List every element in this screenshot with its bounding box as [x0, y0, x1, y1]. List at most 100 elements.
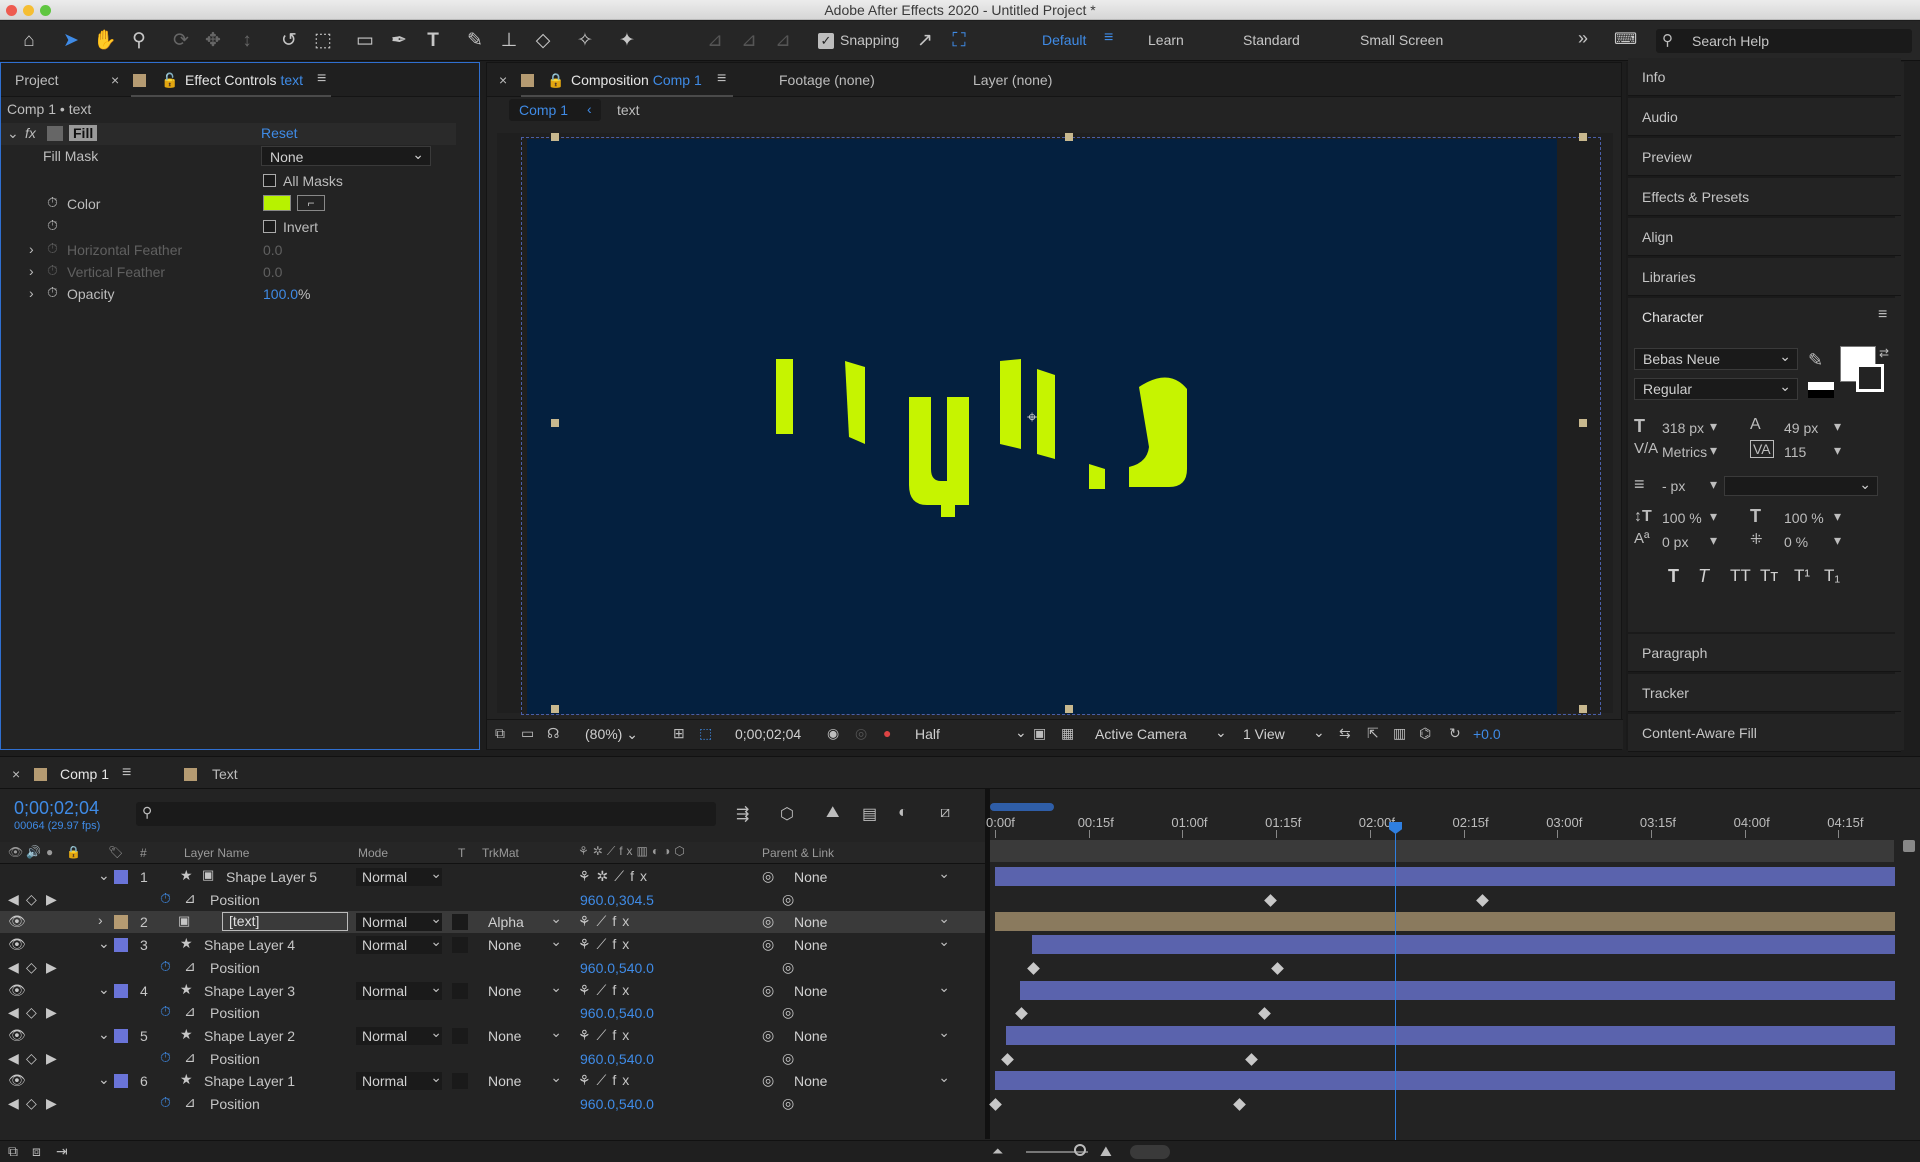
zoom-tool-icon[interactable]: ⚲ [126, 28, 152, 54]
hand-tool-icon[interactable]: ✋ [92, 28, 118, 54]
tab-footage[interactable]: Footage (none) [779, 72, 875, 88]
tab-composition[interactable]: Composition Comp 1 [571, 72, 702, 88]
track-matte-dropdown[interactable]: None [482, 1023, 562, 1045]
layer-duration-bar[interactable] [995, 1071, 1895, 1091]
parent-dropdown[interactable]: None [790, 1068, 950, 1090]
position-value[interactable]: 960.0,540.0 [580, 1051, 654, 1067]
minimize-window-button[interactable] [23, 5, 34, 16]
orbit-camera-icon[interactable]: ⟳ [168, 28, 194, 54]
dropdown-arrow-icon[interactable]: ▾ [1710, 442, 1717, 459]
handle-top-center[interactable] [1065, 133, 1073, 141]
selection-tool-icon[interactable]: ➤ [58, 28, 84, 54]
reset-link[interactable]: Reset [261, 125, 298, 141]
stopwatch-icon[interactable]: ⏱ [160, 958, 171, 975]
puppet-pin-tool-icon[interactable]: ✦ [614, 28, 640, 54]
visibility-eye-icon[interactable]: 👁 [8, 1027, 26, 1044]
vertical-scale-value[interactable]: 100 % [1662, 510, 1702, 526]
prev-keyframe-icon[interactable]: ◀ [8, 891, 19, 908]
always-preview-icon[interactable]: ⧉ [495, 725, 505, 742]
snap-edges-icon[interactable]: ⛶ [946, 28, 972, 54]
home-icon[interactable]: ⌂ [16, 28, 42, 54]
horizontal-scale-value[interactable]: 100 % [1784, 510, 1824, 526]
layer-name[interactable]: Shape Layer 1 [204, 1073, 295, 1089]
blend-mode-dropdown[interactable]: Normal [356, 909, 442, 932]
dropdown-arrow-icon[interactable]: ▾ [1834, 508, 1841, 525]
zoom-dropdown[interactable]: (80%) ⌄ [585, 726, 638, 743]
exposure-value[interactable]: +0.0 [1473, 726, 1501, 742]
expression-pick-whip-icon[interactable]: ◎ [782, 891, 794, 908]
layer-label-color[interactable] [114, 983, 128, 998]
render-icon[interactable]: ⇱ [1367, 725, 1379, 742]
panel-audio[interactable]: Audio [1628, 98, 1901, 136]
collapse-arrow-icon[interactable]: ⌄ [7, 125, 19, 142]
workspace-learn[interactable]: Learn [1148, 32, 1184, 48]
table-row[interactable]: ⌄ 1 ★ ▣ Shape Layer 5 Normal ⚘✲⟋fx ◎ None [0, 864, 985, 888]
baseline-shift-value[interactable]: 0 px [1662, 534, 1688, 550]
stopwatch-icon[interactable]: ⏱ [160, 1049, 171, 1066]
visibility-eye-icon[interactable]: 👁 [8, 982, 26, 999]
expression-pick-whip-icon[interactable]: ◎ [782, 1050, 794, 1067]
font-style-dropdown[interactable]: Regular ⌄ [1634, 378, 1798, 400]
timeline-icon[interactable]: ▥ [1393, 725, 1406, 742]
flowchart-icon[interactable]: ⌬ [1419, 725, 1431, 742]
dropdown-arrow-icon[interactable]: ▾ [1710, 418, 1717, 435]
track-matte-dropdown[interactable]: Alpha [482, 909, 562, 931]
workspace-default[interactable]: Default [1042, 32, 1086, 48]
layer-label-color[interactable] [114, 1028, 128, 1043]
preserve-transparency-toggle[interactable] [452, 982, 468, 999]
panel-paragraph[interactable]: Paragraph [1628, 634, 1901, 672]
stroke-width-value[interactable]: - px [1662, 478, 1685, 494]
add-keyframe-icon[interactable]: ◇ [26, 1050, 37, 1067]
add-keyframe-icon[interactable]: ◇ [26, 891, 37, 908]
snapping-options-icon[interactable]: ↗ [912, 28, 938, 54]
next-keyframe-icon[interactable]: ▶ [46, 1004, 57, 1021]
motion-blur-icon[interactable]: ◐ [898, 804, 908, 822]
eyedropper-icon[interactable]: ✎ [1808, 350, 1823, 371]
panel-menu-icon[interactable]: ≡ [122, 764, 131, 782]
fill-color-swatch[interactable] [263, 195, 291, 211]
add-keyframe-icon[interactable]: ◇ [26, 1004, 37, 1021]
all-caps-icon[interactable]: TT [1730, 566, 1751, 586]
tsume-value[interactable]: 0 % [1784, 534, 1808, 550]
dropdown-arrow-icon[interactable]: ▾ [1710, 508, 1717, 525]
resolution-dropdown[interactable]: Half ⌄ [915, 724, 1027, 742]
layer-label-color[interactable] [114, 938, 128, 953]
pick-whip-icon[interactable]: ◎ [762, 913, 774, 930]
search-help-field[interactable]: ⚲ Search Help [1656, 29, 1912, 53]
rotation-tool-icon[interactable]: ↺ [276, 28, 302, 54]
pick-whip-icon[interactable]: ◎ [762, 936, 774, 953]
layer-name[interactable]: Shape Layer 2 [204, 1028, 295, 1044]
next-keyframe-icon[interactable]: ▶ [46, 1095, 57, 1112]
layer-label-color[interactable] [114, 915, 128, 930]
property-row[interactable]: ◀ ◇ ▶ ⏱ ⊿ Position 960.0,540.0 ◎ [0, 957, 985, 979]
local-axis-icon[interactable]: ⊿ [702, 28, 728, 54]
dropdown-arrow-icon[interactable]: ▾ [1834, 418, 1841, 435]
expand-arrow-icon[interactable]: › [29, 241, 34, 257]
property-row[interactable]: ◀ ◇ ▶ ⏱ ⊿ Position 960.0,304.5 ◎ [0, 889, 985, 911]
tab-project[interactable]: Project [15, 72, 59, 88]
next-keyframe-icon[interactable]: ▶ [46, 891, 57, 908]
blend-mode-dropdown[interactable]: Normal [356, 978, 442, 1000]
font-family-dropdown[interactable]: Bebas Neue ⌄ [1634, 348, 1798, 370]
faux-italic-icon[interactable]: T [1698, 566, 1709, 587]
pick-whip-icon[interactable]: ◎ [762, 1027, 774, 1044]
panel-tracker[interactable]: Tracker [1628, 674, 1901, 712]
draft-3d-icon[interactable]: ⬡ [780, 804, 794, 824]
small-caps-icon[interactable]: Tᴛ [1760, 566, 1778, 586]
panel-menu-icon[interactable]: ≡ [1878, 306, 1887, 324]
layer-switches[interactable]: ⚘⟋fx [578, 982, 635, 999]
layer-name[interactable]: Shape Layer 4 [204, 937, 295, 953]
workspace-menu-icon[interactable]: ≡ [1104, 29, 1113, 47]
layer-duration-bar[interactable] [1006, 1025, 1895, 1045]
tracking-value[interactable]: 115 [1784, 444, 1806, 460]
pick-whip-icon[interactable]: ◎ [762, 868, 774, 885]
composition-viewer[interactable]: ⌖ [497, 133, 1613, 715]
world-axis-icon[interactable]: ⊿ [736, 28, 762, 54]
stroke-color-box[interactable] [1856, 364, 1884, 392]
toggle-pixel-aspect-icon[interactable]: ⇆ [1339, 725, 1351, 742]
parent-dropdown[interactable]: None [790, 1023, 950, 1045]
opacity-value[interactable]: 100.0% [263, 286, 311, 302]
layer-switches[interactable]: ⚘✲⟋fx [578, 868, 653, 885]
graph-editor-icon[interactable]: ⧄ [940, 804, 950, 822]
panel-menu-icon[interactable]: ≡ [317, 70, 326, 88]
